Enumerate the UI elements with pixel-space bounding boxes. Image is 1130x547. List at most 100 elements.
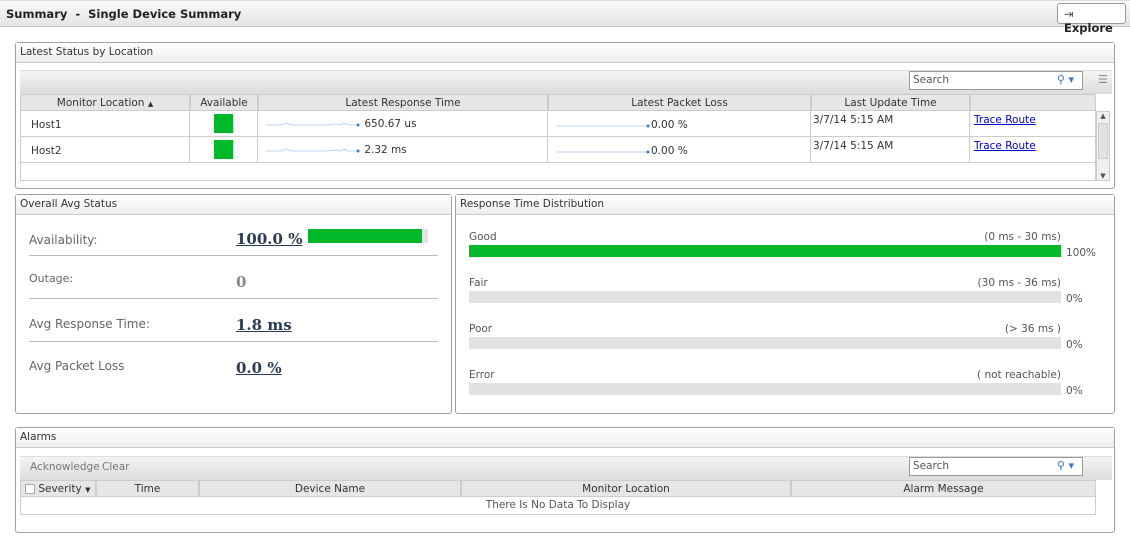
column-header-label: Latest Packet Loss xyxy=(631,97,728,109)
avg-response-label: Avg Response Time: xyxy=(29,317,150,331)
column-header-label: Last Update Time xyxy=(844,97,937,109)
column-header-time[interactable]: Time xyxy=(96,480,199,497)
available-indicator xyxy=(214,114,233,133)
sparkline xyxy=(556,150,650,154)
monitor-location-cell: Host2 xyxy=(20,137,190,163)
sparkline xyxy=(266,148,360,153)
column-header-alarm-message[interactable]: Alarm Message xyxy=(791,480,1096,497)
sparkline xyxy=(556,124,650,128)
select-all-checkbox[interactable] xyxy=(25,484,35,494)
search-placeholder: Search xyxy=(913,74,950,86)
distribution-range: ( not reachable) xyxy=(977,369,1061,381)
latest-status-panel: Latest Status by Location Search ⚲ ▾ ☰ Mo… xyxy=(15,42,1115,189)
column-header-label: Available xyxy=(200,97,248,109)
last-update-cell: 3/7/14 5:15 AM xyxy=(811,111,970,137)
packet-loss-value: 0.00 % xyxy=(651,119,688,131)
outage-value: 0 xyxy=(236,273,247,291)
availability-label: Availability: xyxy=(29,233,98,247)
action-cell: Trace Route xyxy=(970,137,1096,163)
search-icon[interactable]: ⚲ ▾ xyxy=(1057,73,1074,86)
explore-icon: ⇥ xyxy=(1064,7,1074,21)
response-time-value: 2.32 ms xyxy=(364,144,407,156)
scroll-up-icon[interactable]: ▲ xyxy=(1097,112,1109,120)
panel-title: Latest Status by Location xyxy=(16,43,1114,63)
distribution-bar xyxy=(469,383,1061,395)
scrollbar[interactable]: ▲ ▼ xyxy=(1096,111,1110,181)
search-placeholder: Search xyxy=(913,460,950,472)
sort-desc-icon: ▼ xyxy=(85,486,91,494)
distribution-percent: 0% xyxy=(1066,385,1083,397)
divider xyxy=(29,298,438,299)
column-header[interactable]: Monitor Location ▲ xyxy=(20,94,190,111)
overall-avg-status-panel: Overall Avg Status Availability: 100.0 %… xyxy=(15,194,452,414)
response-time-distribution-panel: Response Time Distribution Good (0 ms - … xyxy=(455,194,1115,414)
clear-button[interactable]: Clear xyxy=(102,461,129,473)
search-icon[interactable]: ⚲ ▾ xyxy=(1057,459,1074,472)
divider xyxy=(29,255,438,256)
distribution-label: Poor xyxy=(469,323,493,335)
distribution-range: (> 36 ms ) xyxy=(1004,323,1061,335)
response-time-cell: 650.67 us xyxy=(258,111,548,137)
explore-label: Explore xyxy=(1064,21,1113,35)
distribution-percent: 0% xyxy=(1066,339,1083,351)
last-update-cell: 3/7/14 5:15 AM xyxy=(811,137,970,163)
table-row[interactable]: Host1 650.67 us 0.00 % 3/7/14 5:15 AM Tr… xyxy=(20,111,1096,137)
column-header-label: Monitor Location xyxy=(56,97,145,109)
distribution-bar xyxy=(469,337,1061,349)
column-header[interactable]: Last Update Time xyxy=(811,94,970,111)
avg-packet-loss-value[interactable]: 0.0 % xyxy=(236,359,282,377)
packet-loss-value: 0.00 % xyxy=(651,145,688,157)
column-header-device-name[interactable]: Device Name xyxy=(199,480,461,497)
panel-title: Alarms xyxy=(16,428,1114,448)
available-cell xyxy=(190,137,258,163)
panel-title: Response Time Distribution xyxy=(456,195,1114,215)
scroll-down-icon[interactable]: ▼ xyxy=(1097,172,1109,180)
column-header-severity[interactable]: Severity ▼ xyxy=(20,480,96,497)
action-cell: Trace Route xyxy=(970,111,1096,137)
distribution-label: Good xyxy=(469,231,497,243)
response-time-cell: 2.32 ms xyxy=(258,137,548,163)
distribution-range: (30 ms - 36 ms) xyxy=(977,277,1061,289)
available-indicator xyxy=(214,140,233,159)
column-header-label: Latest Response Time xyxy=(345,97,461,109)
table-row[interactable]: Host2 2.32 ms 0.00 % 3/7/14 5:15 AM Trac… xyxy=(20,137,1096,163)
column-header[interactable]: Latest Response Time xyxy=(258,94,548,111)
page-title: Summary - Single Device Summary xyxy=(6,7,242,21)
distribution-label: Error xyxy=(469,369,495,381)
availability-value[interactable]: 100.0 % xyxy=(236,230,302,248)
monitor-location-cell: Host1 xyxy=(20,111,190,137)
divider xyxy=(29,341,438,342)
empty-message: There Is No Data To Display xyxy=(20,497,1096,515)
column-chooser-icon[interactable]: ☰ xyxy=(1098,73,1108,86)
packet-loss-cell: 0.00 % xyxy=(548,137,811,163)
outage-label: Outage: xyxy=(29,272,74,285)
available-cell xyxy=(190,111,258,137)
scrollbar-thumb[interactable] xyxy=(1098,123,1108,159)
distribution-bar xyxy=(469,291,1061,303)
column-header[interactable] xyxy=(970,94,1096,111)
trace-route-link[interactable]: Trace Route xyxy=(974,114,1036,126)
sparkline xyxy=(266,122,360,127)
acknowledge-button[interactable]: Acknowledge xyxy=(30,461,100,473)
panel-title: Overall Avg Status xyxy=(16,195,451,215)
column-header[interactable]: Available xyxy=(190,94,258,111)
column-header-monitor-location[interactable]: Monitor Location xyxy=(461,480,791,497)
availability-bar xyxy=(308,229,428,243)
alarms-panel: Alarms Acknowledge Clear Search ⚲ ▾ Sever… xyxy=(15,427,1115,533)
alarms-search-input[interactable]: Search ⚲ ▾ xyxy=(909,457,1083,476)
table-border xyxy=(20,163,1096,181)
explore-button[interactable]: ⇥ Explore xyxy=(1057,3,1126,35)
availability-bar-fill xyxy=(308,229,422,243)
severity-header-label: Severity xyxy=(38,483,82,495)
distribution-percent: 100% xyxy=(1066,247,1097,259)
distribution-bar xyxy=(469,245,1061,257)
avg-response-value[interactable]: 1.8 ms xyxy=(236,316,292,334)
packet-loss-cell: 0.00 % xyxy=(548,111,811,137)
distribution-bar-fill xyxy=(469,245,1061,257)
trace-route-link[interactable]: Trace Route xyxy=(974,140,1036,152)
sort-asc-icon: ▲ xyxy=(147,100,154,108)
search-input[interactable]: Search ⚲ ▾ xyxy=(909,71,1083,90)
column-header[interactable]: Latest Packet Loss xyxy=(548,94,811,111)
response-time-value: 650.67 us xyxy=(364,118,417,130)
distribution-label: Fair xyxy=(469,277,488,289)
